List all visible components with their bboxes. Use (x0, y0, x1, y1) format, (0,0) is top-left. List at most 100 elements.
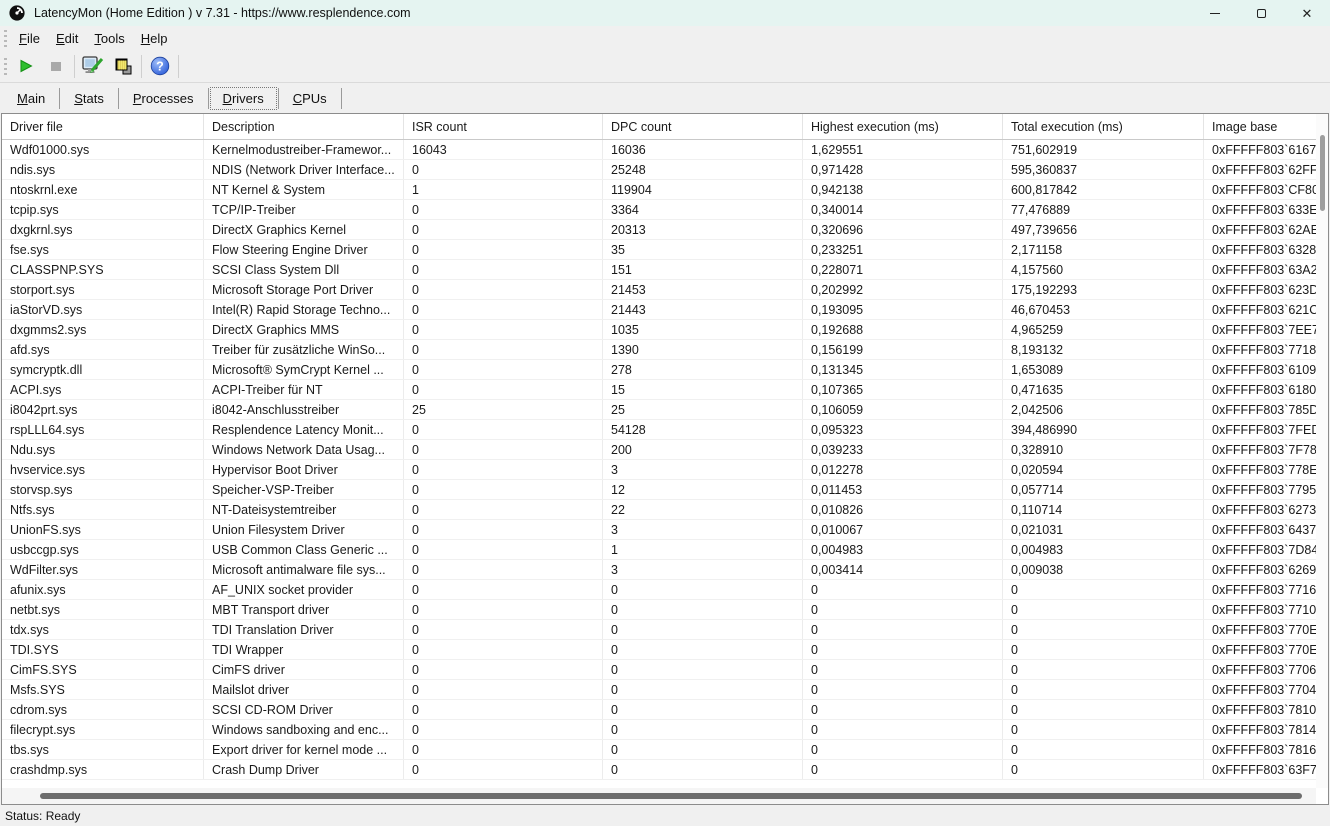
cell-total-execution: 0 (1003, 700, 1204, 719)
cell-dpc-count: 20313 (603, 220, 803, 239)
table-row[interactable]: Msfs.SYS Mailslot driver 0 0 0 0 0xFFFFF… (2, 680, 1328, 700)
table-row[interactable]: i8042prt.sys i8042-Anschlusstreiber 25 2… (2, 400, 1328, 420)
table-row[interactable]: usbccgp.sys USB Common Class Generic ...… (2, 540, 1328, 560)
table-row[interactable]: dxgmms2.sys DirectX Graphics MMS 0 1035 … (2, 320, 1328, 340)
table-row[interactable]: TDI.SYS TDI Wrapper 0 0 0 0 0xFFFFF803`7… (2, 640, 1328, 660)
close-button[interactable]: ✕ (1284, 0, 1330, 26)
table-row[interactable]: Ntfs.sys NT-Dateisystemtreiber 0 22 0,01… (2, 500, 1328, 520)
cell-dpc-count: 21443 (603, 300, 803, 319)
table-row[interactable]: fse.sys Flow Steering Engine Driver 0 35… (2, 240, 1328, 260)
tab-stats[interactable]: Stats (61, 87, 117, 110)
table-row[interactable]: tbs.sys Export driver for kernel mode ..… (2, 740, 1328, 760)
help-button[interactable]: ? (145, 53, 175, 80)
table-row[interactable]: storvsp.sys Speicher-VSP-Treiber 0 12 0,… (2, 480, 1328, 500)
maximize-button[interactable] (1238, 0, 1284, 26)
table-row[interactable]: rspLLL64.sys Resplendence Latency Monit.… (2, 420, 1328, 440)
cell-dpc-count: 12 (603, 480, 803, 499)
cell-description: Microsoft antimalware file sys... (204, 560, 404, 579)
menu-tools[interactable]: Tools (86, 28, 132, 49)
cell-description: NT Kernel & System (204, 180, 404, 199)
cell-dpc-count: 21453 (603, 280, 803, 299)
menu-edit[interactable]: Edit (48, 28, 86, 49)
table-row[interactable]: iaStorVD.sys Intel(R) Rapid Storage Tech… (2, 300, 1328, 320)
column-header-isr-count[interactable]: ISR count (404, 114, 603, 139)
tab-cpus[interactable]: CPUs (280, 87, 340, 110)
window-title: LatencyMon (Home Edition ) v 7.31 - http… (34, 6, 411, 20)
tab-separator (207, 87, 209, 109)
table-row[interactable]: ntoskrnl.exe NT Kernel & System 1 119904… (2, 180, 1328, 200)
tabbar: Main Stats Processes Drivers CPUs (0, 83, 1330, 113)
table-row[interactable]: Ndu.sys Windows Network Data Usag... 0 2… (2, 440, 1328, 460)
table-row[interactable]: tdx.sys TDI Translation Driver 0 0 0 0 0… (2, 620, 1328, 640)
table-row[interactable]: netbt.sys MBT Transport driver 0 0 0 0 0… (2, 600, 1328, 620)
report-button[interactable] (108, 53, 138, 80)
cell-dpc-count: 0 (603, 740, 803, 759)
tab-processes[interactable]: Processes (120, 87, 207, 110)
cell-total-execution: 0,328910 (1003, 440, 1204, 459)
cell-highest-execution: 0 (803, 740, 1003, 759)
table-row[interactable]: symcryptk.dll Microsoft® SymCrypt Kernel… (2, 360, 1328, 380)
options-button[interactable] (78, 53, 108, 80)
column-header-description[interactable]: Description (204, 114, 404, 139)
table-row[interactable]: cdrom.sys SCSI CD-ROM Driver 0 0 0 0 0xF… (2, 700, 1328, 720)
cell-total-execution: 0,057714 (1003, 480, 1204, 499)
cell-isr-count: 0 (404, 680, 603, 699)
column-header-image-base[interactable]: Image base (1204, 114, 1328, 139)
table-row[interactable]: hvservice.sys Hypervisor Boot Driver 0 3… (2, 460, 1328, 480)
vertical-scrollbar[interactable] (1316, 114, 1328, 788)
cell-driver-file: ACPI.sys (2, 380, 204, 399)
table-row[interactable]: tcpip.sys TCP/IP-Treiber 0 3364 0,340014… (2, 200, 1328, 220)
column-header-total-execution[interactable]: Total execution (ms) (1003, 114, 1204, 139)
table-body: Wdf01000.sys Kernelmodustreiber-Framewor… (2, 140, 1328, 780)
table-row[interactable]: Wdf01000.sys Kernelmodustreiber-Framewor… (2, 140, 1328, 160)
cell-total-execution: 0 (1003, 600, 1204, 619)
minimize-button[interactable] (1192, 0, 1238, 26)
cell-isr-count: 0 (404, 660, 603, 679)
tab-main[interactable]: Main (4, 87, 58, 110)
menu-help[interactable]: Help (133, 28, 176, 49)
start-monitor-button[interactable] (11, 53, 41, 80)
table-row[interactable]: WdFilter.sys Microsoft antimalware file … (2, 560, 1328, 580)
cell-description: Windows Network Data Usag... (204, 440, 404, 459)
table-row[interactable]: dxgkrnl.sys DirectX Graphics Kernel 0 20… (2, 220, 1328, 240)
cell-dpc-count: 35 (603, 240, 803, 259)
cell-description: Export driver for kernel mode ... (204, 740, 404, 759)
horizontal-scrollbar-thumb[interactable] (40, 793, 1302, 799)
cell-highest-execution: 0,012278 (803, 460, 1003, 479)
column-header-dpc-count[interactable]: DPC count (603, 114, 803, 139)
cell-driver-file: netbt.sys (2, 600, 204, 619)
cell-highest-execution: 0,233251 (803, 240, 1003, 259)
menu-file[interactable]: File (11, 28, 48, 49)
cell-isr-count: 16043 (404, 140, 603, 159)
horizontal-scrollbar[interactable] (2, 788, 1316, 804)
cell-total-execution: 751,602919 (1003, 140, 1204, 159)
cell-driver-file: usbccgp.sys (2, 540, 204, 559)
cell-isr-count: 0 (404, 420, 603, 439)
vertical-scrollbar-thumb[interactable] (1320, 135, 1325, 211)
cell-driver-file: tbs.sys (2, 740, 204, 759)
maximize-icon (1256, 8, 1266, 18)
cell-dpc-count: 3 (603, 520, 803, 539)
table-row[interactable]: storport.sys Microsoft Storage Port Driv… (2, 280, 1328, 300)
cell-total-execution: 0 (1003, 620, 1204, 639)
cell-description: ACPI-Treiber für NT (204, 380, 404, 399)
cell-total-execution: 0 (1003, 760, 1204, 779)
cell-highest-execution: 0,192688 (803, 320, 1003, 339)
table-row[interactable]: afunix.sys AF_UNIX socket provider 0 0 0… (2, 580, 1328, 600)
table-row[interactable]: ACPI.sys ACPI-Treiber für NT 0 15 0,1073… (2, 380, 1328, 400)
table-row[interactable]: CLASSPNP.SYS SCSI Class System Dll 0 151… (2, 260, 1328, 280)
cell-description: TCP/IP-Treiber (204, 200, 404, 219)
cell-dpc-count: 1390 (603, 340, 803, 359)
table-row[interactable]: CimFS.SYS CimFS driver 0 0 0 0 0xFFFFF80… (2, 660, 1328, 680)
column-header-driver-file[interactable]: Driver file (2, 114, 204, 139)
table-row[interactable]: afd.sys Treiber für zusätzliche WinSo...… (2, 340, 1328, 360)
tab-drivers[interactable]: Drivers (209, 86, 277, 110)
cell-isr-count: 0 (404, 160, 603, 179)
table-row[interactable]: crashdmp.sys Crash Dump Driver 0 0 0 0 0… (2, 760, 1328, 780)
table-row[interactable]: UnionFS.sys Union Filesystem Driver 0 3 … (2, 520, 1328, 540)
table-row[interactable]: filecrypt.sys Windows sandboxing and enc… (2, 720, 1328, 740)
stop-monitor-button[interactable] (41, 53, 71, 80)
cell-isr-count: 0 (404, 240, 603, 259)
column-header-highest-execution[interactable]: Highest execution (ms) (803, 114, 1003, 139)
table-row[interactable]: ndis.sys NDIS (Network Driver Interface.… (2, 160, 1328, 180)
